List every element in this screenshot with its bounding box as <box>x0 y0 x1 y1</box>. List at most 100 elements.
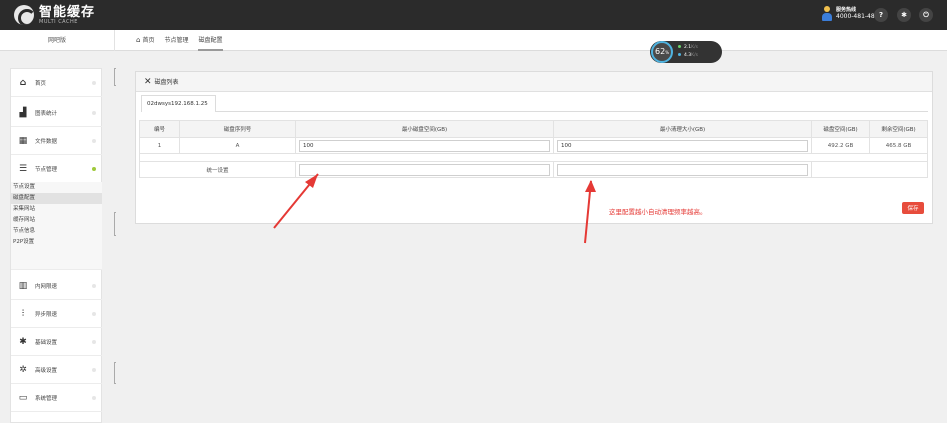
support-agent-icon <box>822 6 832 22</box>
sidebar-item-advanced-settings[interactable]: ✲ 高级设置 <box>11 356 102 384</box>
usage-percent: 62 <box>655 47 666 56</box>
expand-dot-icon <box>92 284 96 288</box>
sidebar-item-system-management[interactable]: ▭ 系统管理 <box>11 384 102 412</box>
help-icon: ? <box>878 11 884 19</box>
table-row: 1 A 492.2 GB 465.8 GB <box>139 137 928 154</box>
column-header: 剩余空间(GB) <box>869 120 928 138</box>
sub-bar: 网吧版 ⌂ 首页 节点管理 磁盘配置 <box>0 30 947 51</box>
sidebar-item-charts[interactable]: ▟ 图表统计 <box>11 99 102 127</box>
speed-unit: K/s <box>691 53 698 58</box>
tab-node-management[interactable]: 节点管理 <box>164 30 188 51</box>
help-button[interactable]: ? <box>874 8 888 22</box>
sidebar-item-label: 基础设置 <box>35 339 58 346</box>
hint-text: 这里配置越小自动清理频率越高。 <box>609 208 707 216</box>
expand-dot-icon <box>92 139 96 143</box>
gear-icon: ✱ <box>901 11 907 19</box>
barcode-icon: ▥ <box>18 280 28 291</box>
sidebar-resize-marker <box>114 212 116 236</box>
gear-icon: ✱ <box>19 336 27 347</box>
unified-min-clean-input[interactable] <box>557 163 808 176</box>
monitor-icon: ▭ <box>18 392 28 403</box>
breadcrumb-tabs: ⌂ 首页 节点管理 磁盘配置 <box>136 30 233 51</box>
home-icon: ⌂ <box>136 36 141 44</box>
brand-logo[interactable]: 智能缓存 MULTI CACHE <box>14 5 95 25</box>
usage-gauge: 62% <box>651 41 673 63</box>
sidebar-item-async-limit[interactable]: ⫶ 异步限速 <box>11 300 102 328</box>
list-icon: ☰ <box>18 163 28 174</box>
sidebar-item-home[interactable]: ⌂ 首页 <box>11 69 102 97</box>
logout-button[interactable]: ⏻ <box>919 8 933 22</box>
hotline-number: 4000-481-488 <box>836 13 879 21</box>
column-header: 最小磁盘空间(GB) <box>295 120 554 138</box>
sidebar: ⌂ 首页 ▟ 图表统计 ▦ 文件数据 ☰ 节点管理 节点设置 磁盘配置 采集网站 缓存网… <box>10 68 102 423</box>
column-header: 最小清理大小(GB) <box>553 120 812 138</box>
table-header-row: 编号 磁盘序列号 最小磁盘空间(GB) 最小清理大小(GB) 磁盘空间(GB) … <box>139 120 928 138</box>
upload-speed: 2.1K/s <box>678 44 698 52</box>
sidebar-item-basic-settings[interactable]: ✱ 基础设置 <box>11 328 102 356</box>
gears-icon: ✲ <box>19 364 27 375</box>
sliders-icon: ⫶ <box>21 308 25 319</box>
edition-label: 网吧版 <box>0 30 115 51</box>
tab-label: 节点管理 <box>164 37 189 44</box>
speed-widget: 62% 2.1K/s 4.3K/s <box>650 41 722 63</box>
expand-dot-icon <box>92 81 96 85</box>
expand-dot-icon <box>92 111 96 115</box>
sidebar-item-label: 异步限速 <box>35 311 58 318</box>
disk-serial: A <box>179 137 296 154</box>
power-icon: ⏻ <box>923 11 929 19</box>
speed-unit: K/s <box>691 45 698 50</box>
tab-label: 磁盘配置 <box>198 37 223 44</box>
tab-home[interactable]: ⌂ 首页 <box>136 30 154 51</box>
logo-icon <box>14 5 34 25</box>
submenu-item-disk-config[interactable]: 磁盘配置 <box>11 193 102 204</box>
sidebar-item-label: 首页 <box>35 80 47 87</box>
brand-subtitle: MULTI CACHE <box>39 18 78 25</box>
tools-icon: ✕ <box>144 76 152 87</box>
brand-name: 智能缓存 <box>39 4 96 20</box>
expand-dot-icon <box>92 396 96 400</box>
sidebar-resize-marker <box>114 362 116 384</box>
min-clean-input[interactable] <box>557 139 808 152</box>
disk-space: 492.2 GB <box>811 137 870 154</box>
sidebar-item-node-management[interactable]: ☰ 节点管理 <box>11 155 102 183</box>
submenu-item-node-info[interactable]: 节点信息 <box>11 226 102 237</box>
sidebar-item-label: 系统管理 <box>35 395 58 402</box>
usage-percent-unit: % <box>665 50 669 55</box>
free-space: 465.8 GB <box>869 137 928 154</box>
disk-list-panel: ✕ 磁盘列表 02dwsys192.168.1.25 编号 磁盘序列号 最小磁盘… <box>135 71 933 224</box>
submenu-item-node-settings[interactable]: 节点设置 <box>11 182 102 193</box>
unified-min-space-input[interactable] <box>299 163 550 176</box>
top-bar: 智能缓存 MULTI CACHE 服务热线 4000-481-488 ▾ ? ✱… <box>0 0 947 30</box>
device-tab[interactable]: 02dwsys192.168.1.25 <box>141 95 216 112</box>
submenu-item-p2p-settings[interactable]: P2P设置 <box>11 237 102 248</box>
panel-title: 磁盘列表 <box>154 79 179 86</box>
table-icon: ▦ <box>18 135 28 146</box>
sidebar-item-label: 节点管理 <box>35 166 58 173</box>
bar-chart-icon: ▟ <box>19 107 27 118</box>
settings-button[interactable]: ✱ <box>897 8 911 22</box>
sidebar-resize-marker <box>114 68 116 86</box>
panel-header: ✕ 磁盘列表 <box>136 72 932 92</box>
tab-label: 首页 <box>142 37 155 44</box>
unified-settings-label: 统一设置 <box>139 161 296 178</box>
expand-dot-icon <box>92 312 96 316</box>
tab-disk-config[interactable]: 磁盘配置 <box>198 30 223 51</box>
save-button[interactable]: 保存 <box>902 202 924 214</box>
sidebar-item-file-data[interactable]: ▦ 文件数据 <box>11 127 102 155</box>
tab-divider <box>216 111 928 112</box>
upload-dot-icon <box>678 45 681 48</box>
active-dot-icon <box>92 167 96 171</box>
unified-settings-row: 统一设置 <box>139 161 928 178</box>
expand-dot-icon <box>92 368 96 372</box>
expand-dot-icon <box>92 340 96 344</box>
download-speed: 4.3K/s <box>678 52 698 60</box>
submenu-item-collect-sites[interactable]: 采集网站 <box>11 204 102 215</box>
submenu-item-cache-sites[interactable]: 缓存网站 <box>11 215 102 226</box>
column-header: 磁盘空间(GB) <box>811 120 870 138</box>
sidebar-item-label: 图表统计 <box>35 110 58 117</box>
min-space-input[interactable] <box>299 139 550 152</box>
sidebar-submenu: 节点设置 磁盘配置 采集网站 缓存网站 节点信息 P2P设置 <box>11 182 102 270</box>
column-header: 磁盘序列号 <box>179 120 296 138</box>
download-dot-icon <box>678 53 681 56</box>
sidebar-item-lan-limit[interactable]: ▥ 内网限速 <box>11 272 102 300</box>
